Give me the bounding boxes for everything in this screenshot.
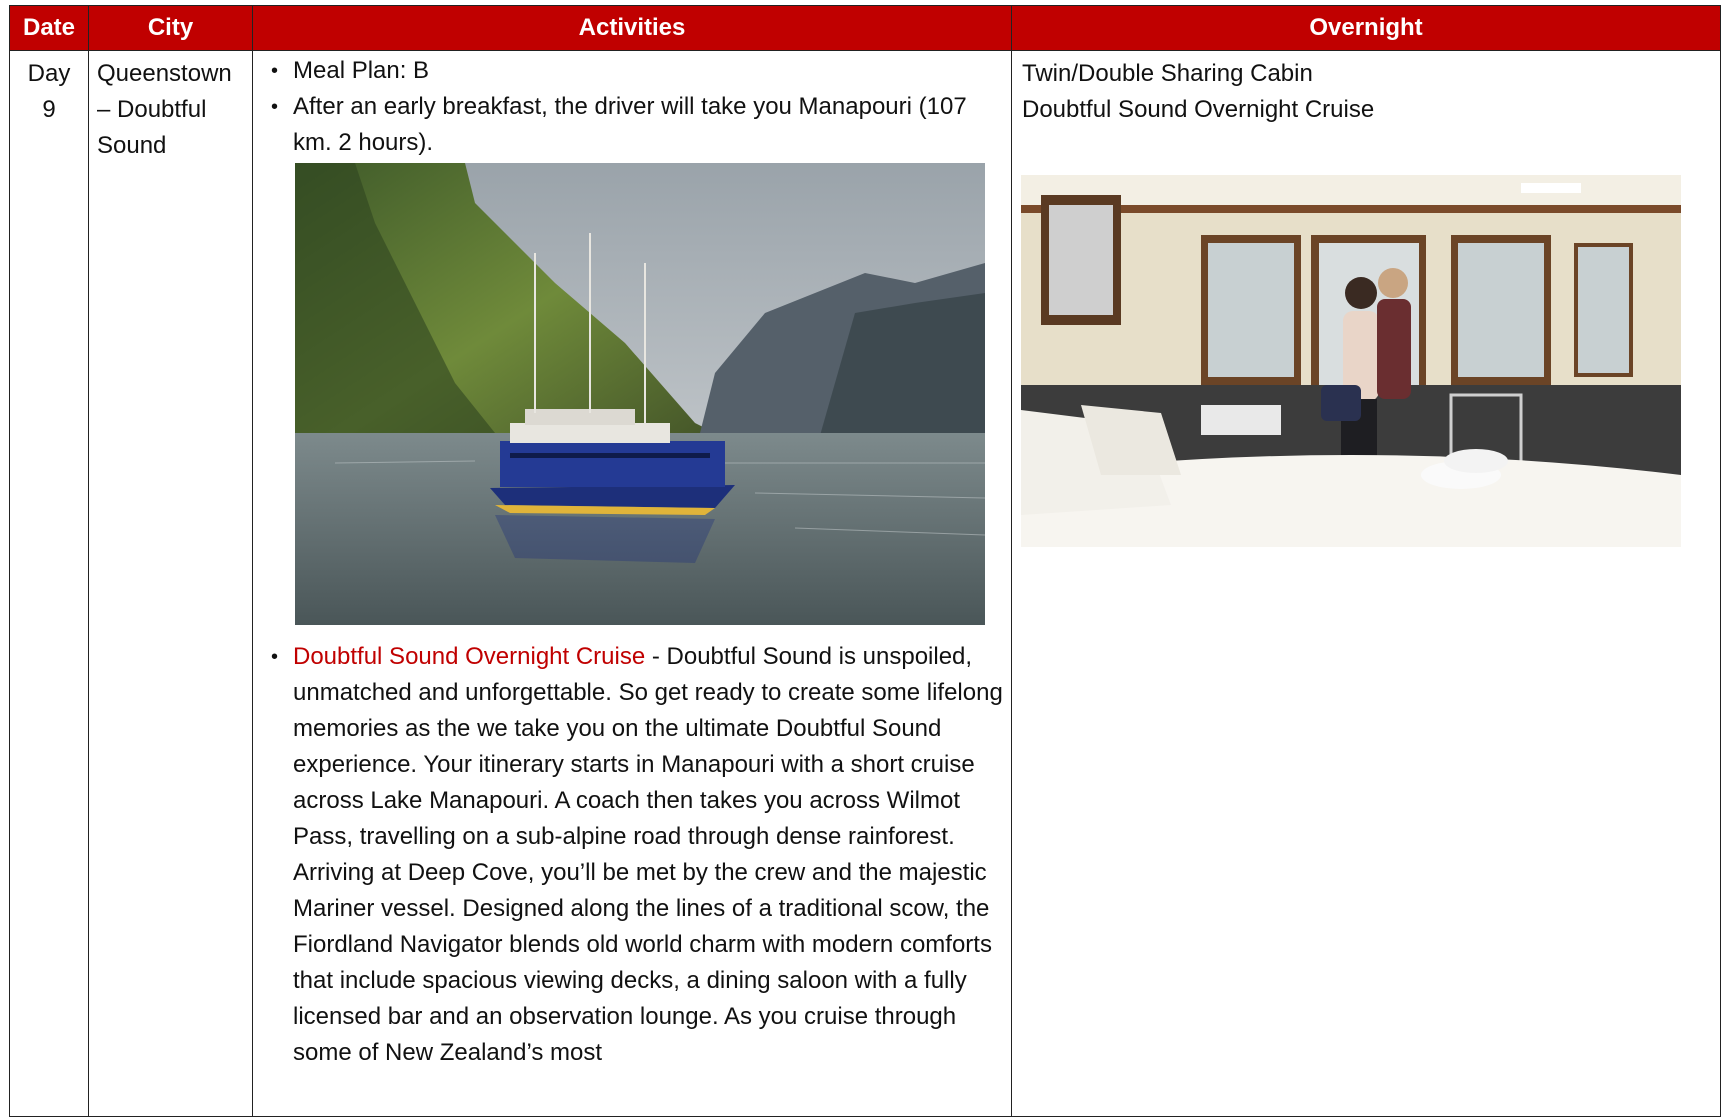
accommodation-name: Doubtful Sound Overnight Cruise [1022,96,1375,123]
date-cell: Day 9 [9,50,89,1117]
table-row: Day 9 Queenstown – Doubtful Sound • Meal… [9,50,1721,1117]
header-activities: Activities [252,5,1012,51]
overnight-cell: Twin/Double Sharing Cabin Doubtful Sound… [1011,50,1721,1117]
list-item: • Doubtful Sound Overnight Cruise - Doub… [271,639,1003,1071]
day-label: Day [27,60,71,87]
list-item: • After an early breakfast, the driver w… [271,89,1003,625]
itinerary-table: Date City Activities Overnight Day 9 Que… [9,5,1721,1117]
bullet-icon: • [271,646,279,668]
header-city: City [88,5,253,51]
activities-list: • Meal Plan: B • After an early breakfas… [271,53,1003,1071]
city-cell: Queenstown – Doubtful Sound [88,50,253,1117]
room-type: Twin/Double Sharing Cabin [1022,60,1313,87]
cabin-photo [1021,175,1681,547]
list-item: • Meal Plan: B [271,53,1003,89]
header-row: Date City Activities Overnight [9,5,1721,51]
meal-plan-text: Meal Plan: B [293,57,430,84]
header-overnight: Overnight [1011,5,1721,51]
cruise-description: - Doubtful Sound is unspoiled, unmatched… [293,643,1003,1066]
bullet-icon: • [271,96,279,118]
cruise-ship-photo [295,163,985,625]
bullet-icon: • [271,60,279,82]
cruise-link[interactable]: Doubtful Sound Overnight Cruise [293,643,645,670]
city-name: Queenstown – Doubtful Sound [97,60,232,159]
activities-cell: • Meal Plan: B • After an early breakfas… [252,50,1012,1117]
transfer-text: After an early breakfast, the driver wil… [293,93,967,156]
header-date: Date [9,5,89,51]
day-number: 9 [42,96,56,123]
